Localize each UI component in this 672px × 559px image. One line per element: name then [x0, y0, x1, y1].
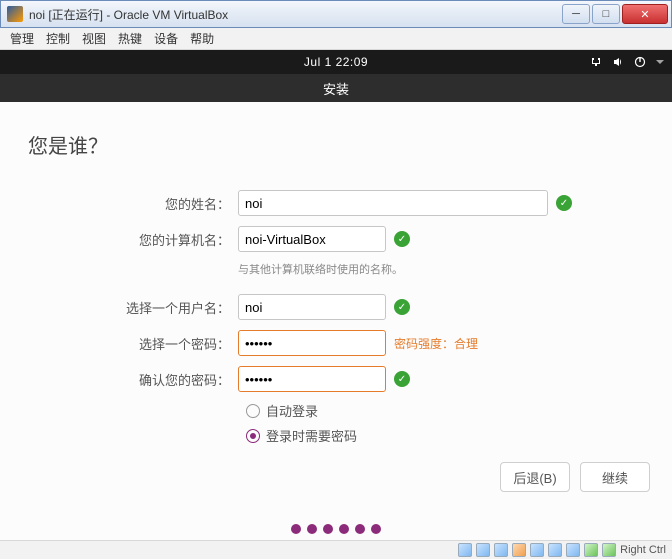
status-hdd-icon[interactable]: [458, 543, 472, 557]
row-confirm: 确认您的密码： ✓: [28, 365, 644, 393]
network-icon[interactable]: [590, 56, 602, 68]
menu-hotkeys[interactable]: 热键: [118, 30, 142, 47]
page-title: 您是谁？: [28, 130, 644, 159]
check-icon: ✓: [394, 299, 410, 315]
virtualbox-statusbar: Right Ctrl: [0, 540, 672, 559]
radio-icon: [246, 404, 260, 418]
status-optical-icon[interactable]: [476, 543, 490, 557]
hostkey-label: Right Ctrl: [620, 544, 666, 556]
installer-header-label: 安装: [323, 79, 349, 98]
status-usb-icon[interactable]: [530, 543, 544, 557]
confirm-password-field[interactable]: [238, 366, 386, 392]
status-mouse-icon[interactable]: [602, 543, 616, 557]
back-button[interactable]: 后退(B): [500, 462, 570, 492]
window-titlebar: noi [正在运行] - Oracle VM VirtualBox ─ □ ✕: [0, 0, 672, 28]
volume-icon[interactable]: [612, 56, 624, 68]
installer-body: 您是谁？ 您的姓名： ✓ 您的计算机名： ✓ 与其他计算机联络时使用的名称。 选…: [0, 102, 672, 445]
radio-label-auto-login: 自动登录: [266, 401, 318, 420]
name-field[interactable]: [238, 190, 548, 216]
footer-buttons: 后退(B) 继续: [500, 462, 650, 492]
vm-screen: Jul 1 22:09 安装 您是谁？ 您的姓名： ✓ 您的计算机名： ✓: [0, 50, 672, 540]
username-field[interactable]: [238, 294, 386, 320]
close-button[interactable]: ✕: [622, 4, 668, 24]
status-net-icon[interactable]: [512, 543, 526, 557]
virtualbox-menu: 管理 控制 视图 热键 设备 帮助: [0, 28, 672, 50]
topbar-right-icons: [590, 56, 664, 68]
vm-topbar: Jul 1 22:09: [0, 50, 672, 74]
check-icon: ✓: [394, 231, 410, 247]
menu-control[interactable]: 控制: [46, 30, 70, 47]
row-computer: 您的计算机名： ✓: [28, 225, 644, 253]
menu-help[interactable]: 帮助: [190, 30, 214, 47]
minimize-button[interactable]: ─: [562, 4, 590, 24]
computer-hint: 与其他计算机联络时使用的名称。: [238, 261, 403, 277]
check-icon: ✓: [394, 371, 410, 387]
app-icon: [7, 6, 23, 22]
continue-button[interactable]: 继续: [580, 462, 650, 492]
status-shared-icon[interactable]: [548, 543, 562, 557]
menu-view[interactable]: 视图: [82, 30, 106, 47]
power-icon[interactable]: [634, 56, 646, 68]
label-confirm: 确认您的密码：: [28, 370, 238, 389]
radio-auto-login[interactable]: 自动登录: [246, 401, 644, 420]
password-strength: 密码强度：合理: [394, 335, 478, 352]
status-record-icon[interactable]: [584, 543, 598, 557]
radio-icon: [246, 429, 260, 443]
row-name: 您的姓名： ✓: [28, 189, 644, 217]
label-computer: 您的计算机名：: [28, 230, 238, 249]
password-field[interactable]: [238, 330, 386, 356]
radio-label-require-password: 登录时需要密码: [266, 426, 357, 445]
menu-manage[interactable]: 管理: [10, 30, 34, 47]
progress-dots: [291, 524, 381, 534]
installer-header: 安装: [0, 74, 672, 102]
chevron-down-icon[interactable]: [656, 60, 664, 64]
label-username: 选择一个用户名：: [28, 298, 238, 317]
maximize-button[interactable]: □: [592, 4, 620, 24]
menu-devices[interactable]: 设备: [154, 30, 178, 47]
window-title: noi [正在运行] - Oracle VM VirtualBox: [29, 6, 560, 23]
row-username: 选择一个用户名： ✓: [28, 293, 644, 321]
row-password: 选择一个密码： 密码强度：合理: [28, 329, 644, 357]
status-display-icon[interactable]: [566, 543, 580, 557]
check-icon: ✓: [556, 195, 572, 211]
computer-field[interactable]: [238, 226, 386, 252]
label-password: 选择一个密码：: [28, 334, 238, 353]
clock: Jul 1 22:09: [304, 55, 368, 69]
radio-require-password[interactable]: 登录时需要密码: [246, 426, 644, 445]
status-audio-icon[interactable]: [494, 543, 508, 557]
label-name: 您的姓名：: [28, 194, 238, 213]
